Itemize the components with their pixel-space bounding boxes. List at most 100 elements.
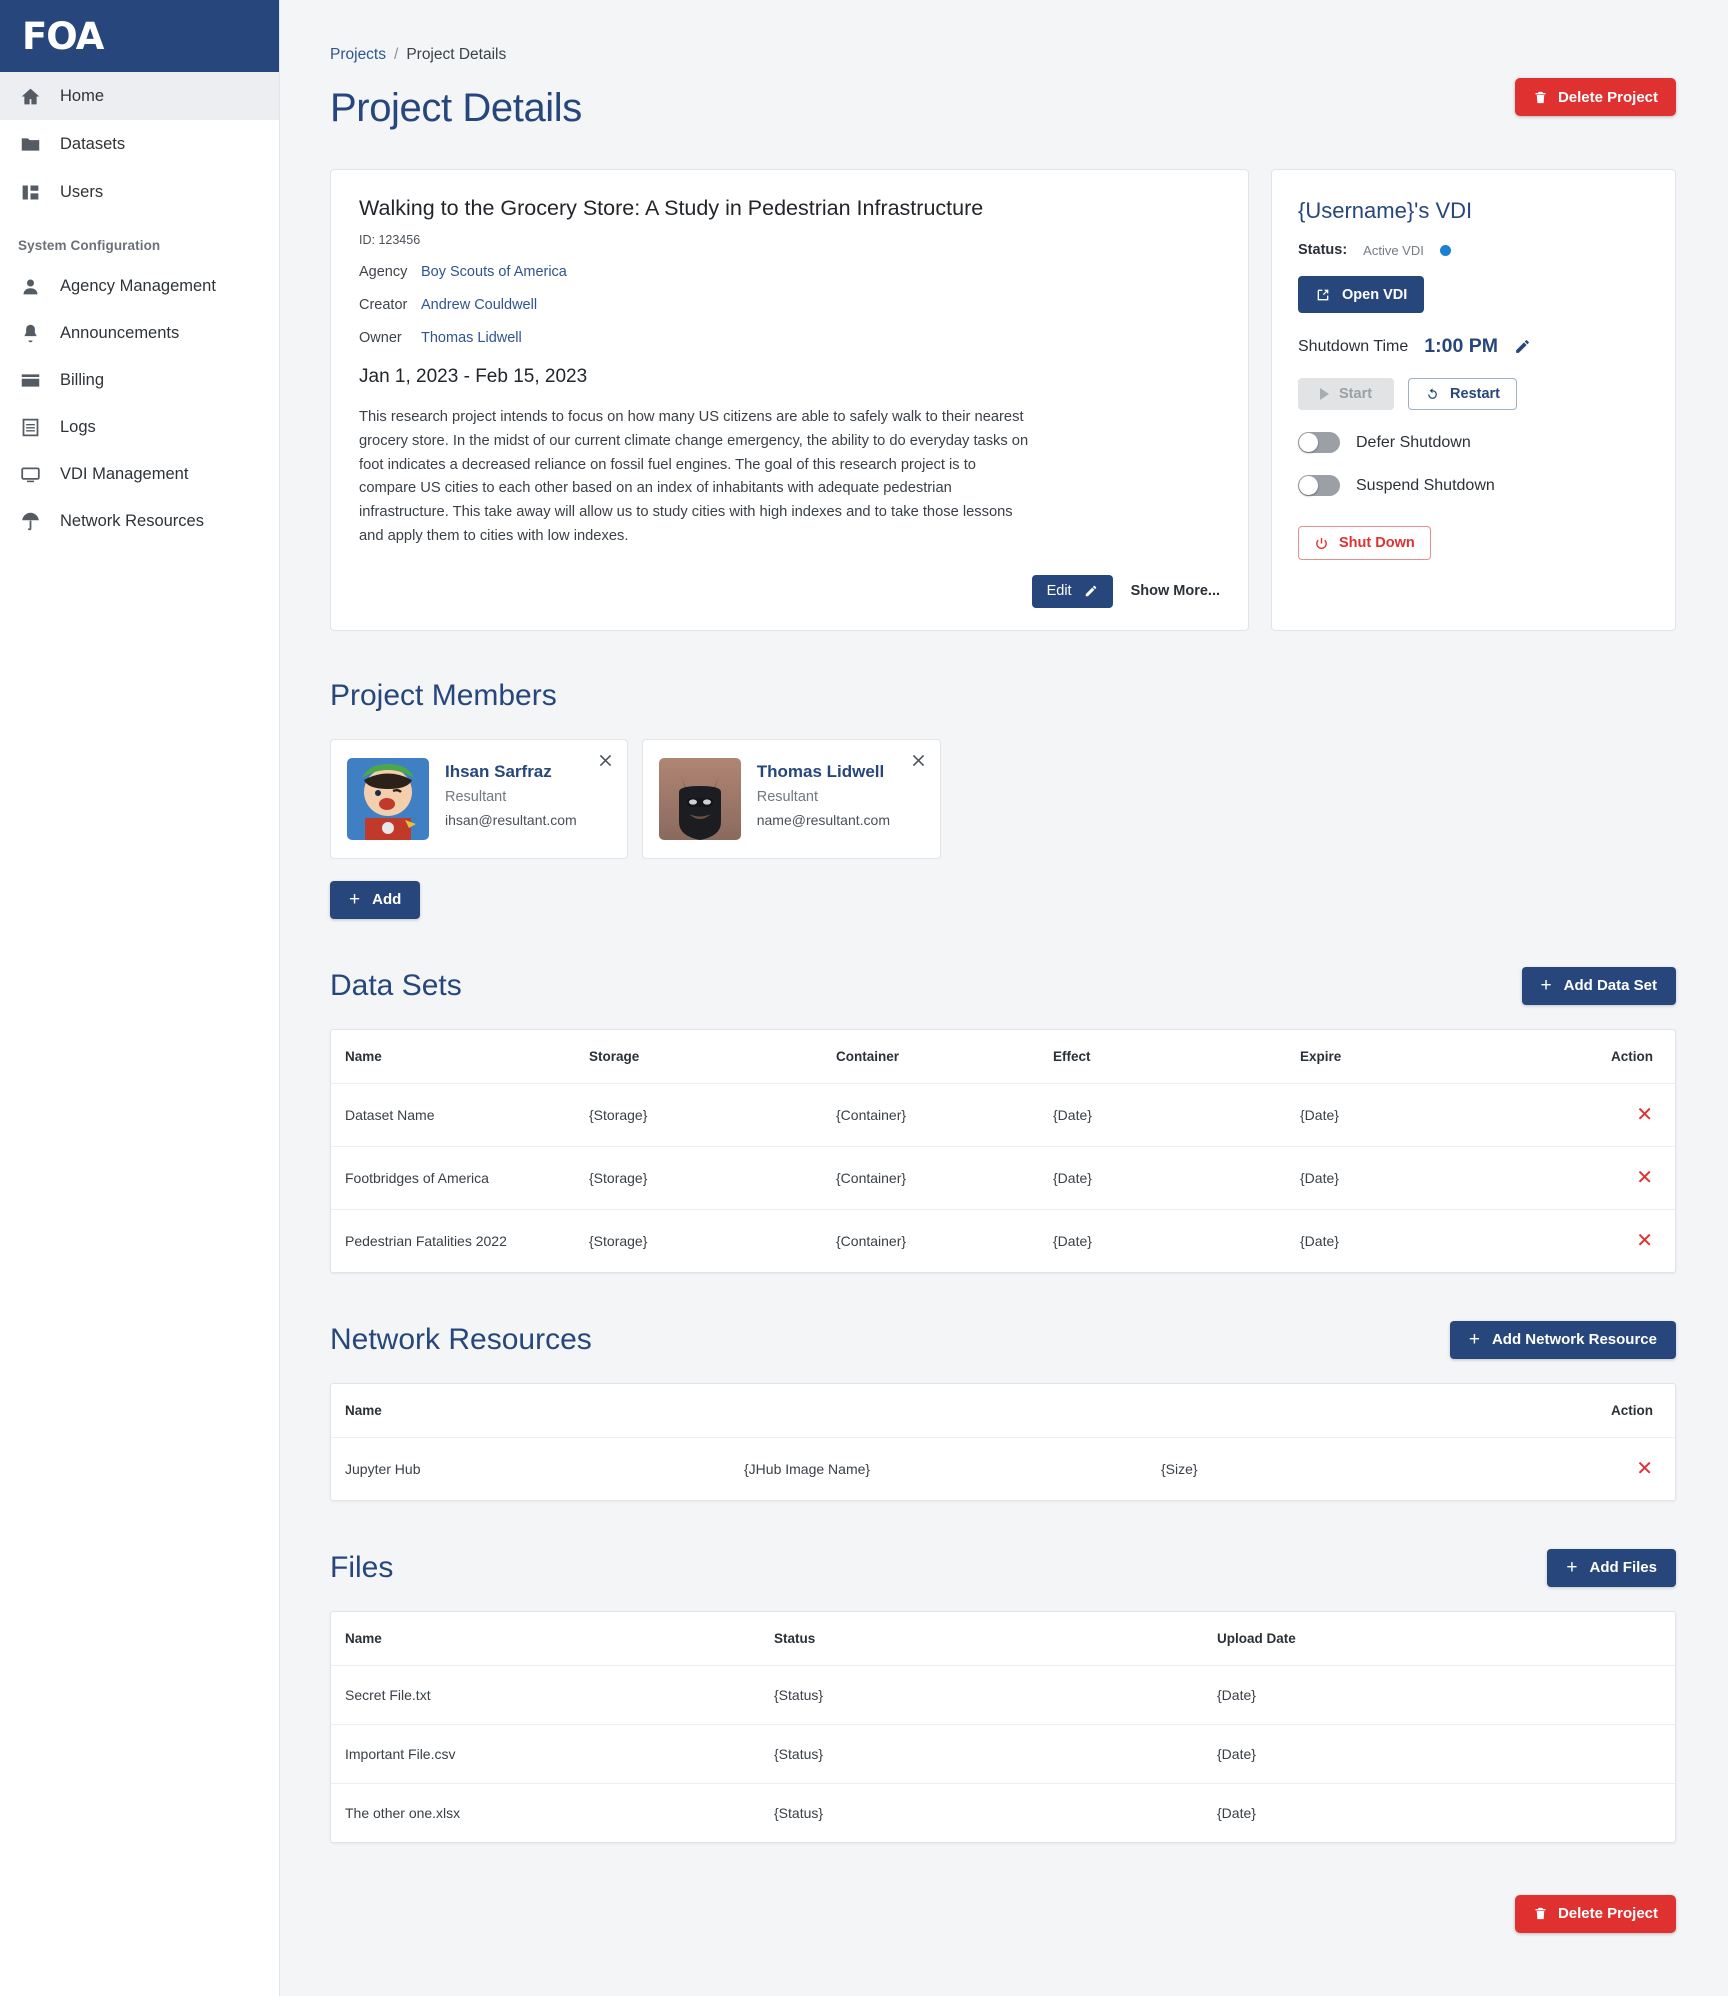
delete-project-button-bottom-label: Delete Project [1557, 1905, 1658, 1923]
sidebar-item-logs-label: Logs [60, 418, 96, 436]
sidebar-item-network-resources[interactable]: Network Resources [0, 498, 279, 545]
breadcrumb-projects-link[interactable]: Projects [330, 46, 386, 64]
add-network-resource-button[interactable]: + Add Network Resource [1449, 1320, 1676, 1359]
file-status: {Status} [774, 1804, 824, 1821]
add-member-button[interactable]: + Add [330, 880, 421, 919]
dataset-storage: {Storage} [589, 1169, 648, 1186]
sidebar-item-datasets[interactable]: Datasets [0, 120, 279, 168]
column-header-container: Container [836, 1048, 900, 1064]
list-log-icon [18, 416, 42, 440]
remove-member-button[interactable] [597, 752, 614, 769]
defer-shutdown-row: Defer Shutdown [1298, 432, 1649, 453]
sidebar-item-billing[interactable]: Billing [0, 357, 279, 404]
vdi-button-row: Start Restart [1298, 378, 1649, 410]
column-header-storage: Storage [589, 1048, 640, 1064]
network-table-body: Jupyter Hub {JHub Image Name} {Size} ✕ [331, 1438, 1675, 1500]
sidebar: FOA Home Datasets Users System Configura… [0, 0, 280, 1996]
close-icon [912, 754, 925, 767]
show-more-link[interactable]: Show More... [1131, 583, 1220, 599]
table-row: Dataset Name {Storage} {Container} {Date… [331, 1084, 1675, 1147]
shutdown-time-label: Shutdown Time [1298, 337, 1409, 355]
delete-project-button-bottom[interactable]: Delete Project [1514, 1894, 1676, 1933]
project-details-card: Walking to the Grocery Store: A Study in… [330, 169, 1249, 631]
project-title: Walking to the Grocery Store: A Study in… [359, 196, 984, 220]
vdi-title: {Username}'s VDI [1298, 198, 1473, 223]
defer-shutdown-toggle[interactable] [1298, 432, 1340, 453]
brand-logo[interactable]: FOA [0, 0, 279, 72]
network-resources-table: Name Action Jupyter Hub {JHub Image Name… [330, 1382, 1676, 1501]
add-data-set-button-label: Add Data Set [1563, 977, 1657, 995]
start-vdi-button-label: Start [1339, 386, 1373, 402]
network-resources-title: Network Resources [330, 1322, 592, 1356]
open-vdi-button[interactable]: Open VDI [1298, 276, 1425, 313]
datasets-table-body: Dataset Name {Storage} {Container} {Date… [331, 1084, 1675, 1272]
member-card: Ihsan Sarfraz Resultant ihsan@resultant.… [330, 738, 628, 859]
shut-down-button-label: Shut Down [1339, 535, 1415, 551]
dataset-name: Pedestrian Fatalities 2022 [345, 1232, 507, 1249]
table-row: Footbridges of America {Storage} {Contai… [331, 1147, 1675, 1210]
project-card-actions: Edit Show More... [359, 574, 1220, 608]
member-email: name@resultant.com [756, 811, 890, 828]
bottom-actions: Delete Project [330, 1894, 1676, 1973]
member-name[interactable]: Thomas Lidwell [757, 762, 890, 782]
refresh-icon [1428, 387, 1437, 399]
folder-icon [18, 132, 42, 156]
member-name[interactable]: Ihsan Sarfraz [445, 762, 577, 782]
delete-dataset-button[interactable]: ✕ [1636, 1230, 1653, 1252]
delete-dataset-button[interactable]: ✕ [1636, 1167, 1653, 1189]
column-header-expire: Expire [1300, 1048, 1342, 1064]
sidebar-section-label: System Configuration [18, 238, 161, 253]
project-agency-value[interactable]: Boy Scouts of America [421, 264, 567, 280]
suspend-shutdown-toggle[interactable] [1298, 475, 1340, 496]
dataset-effect: {Date} [1053, 1169, 1092, 1186]
member-email: ihsan@resultant.com [445, 811, 577, 828]
edit-project-button[interactable]: Edit [1031, 574, 1113, 608]
sidebar-config-group: Agency Management Announcements Billing … [0, 263, 279, 545]
plus-icon: + [1566, 1557, 1578, 1579]
start-vdi-button[interactable]: Start [1298, 378, 1395, 410]
sidebar-item-announcements[interactable]: Announcements [0, 310, 279, 357]
sidebar-item-datasets-label: Datasets [60, 134, 126, 153]
restart-vdi-button[interactable]: Restart [1408, 378, 1518, 410]
dataset-name: Footbridges of America [345, 1169, 489, 1186]
project-owner-value[interactable]: Thomas Lidwell [421, 330, 522, 346]
shut-down-button[interactable]: Shut Down [1298, 526, 1431, 560]
sidebar-item-logs[interactable]: Logs [0, 404, 279, 451]
datasets-header: Data Sets + Add Data Set [330, 966, 1676, 1005]
toy-figure-photo [347, 757, 429, 840]
toggle-knob [1299, 433, 1318, 452]
table-row: The other one.xlsx {Status} {Date} [331, 1784, 1675, 1842]
shutdown-time-value: 1:00 PM [1424, 335, 1498, 357]
project-id: ID: 123456 [359, 233, 421, 247]
file-upload-date: {Date} [1217, 1686, 1256, 1703]
plus-icon: + [1468, 1329, 1480, 1351]
sidebar-item-agency-management-label: Agency Management [60, 277, 216, 295]
delete-network-resource-button[interactable]: ✕ [1636, 1458, 1653, 1480]
file-name: The other one.xlsx [345, 1804, 461, 1821]
remove-member-button[interactable] [910, 752, 927, 769]
pencil-icon [1085, 586, 1096, 597]
suspend-shutdown-label: Suspend Shutdown [1356, 476, 1495, 494]
column-header-upload-date: Upload Date [1217, 1630, 1296, 1646]
add-data-set-button[interactable]: + Add Data Set [1521, 966, 1676, 1005]
project-creator-value[interactable]: Andrew Couldwell [421, 297, 537, 313]
add-files-button[interactable]: + Add Files [1547, 1548, 1676, 1587]
sidebar-item-agency-management[interactable]: Agency Management [0, 263, 279, 310]
breadcrumb-current: Project Details [406, 46, 507, 63]
app-root: FOA Home Datasets Users System Configura… [0, 0, 1728, 1996]
sidebar-item-users[interactable]: Users [0, 168, 279, 216]
delete-project-button-top-label: Delete Project [1557, 88, 1658, 106]
external-link-icon [1317, 289, 1329, 300]
project-description: This research project intends to focus o… [359, 409, 1029, 545]
delete-dataset-button[interactable]: ✕ [1636, 1104, 1653, 1126]
sidebar-item-vdi-management[interactable]: VDI Management [0, 451, 279, 498]
project-creator-row: Creator Andrew Couldwell [359, 297, 1220, 313]
member-card: Thomas Lidwell Resultant name@resultant.… [641, 738, 941, 859]
dataset-effect: {Date} [1053, 1232, 1092, 1249]
sidebar-item-home[interactable]: Home [0, 72, 279, 120]
file-name: Secret File.txt [345, 1686, 431, 1703]
datasets-title: Data Sets [330, 968, 462, 1002]
edit-shutdown-time-pencil-icon[interactable] [1514, 338, 1531, 355]
delete-project-button-top[interactable]: Delete Project [1514, 78, 1676, 116]
main-content: Projects / Project Details Project Detai… [280, 0, 1728, 1996]
